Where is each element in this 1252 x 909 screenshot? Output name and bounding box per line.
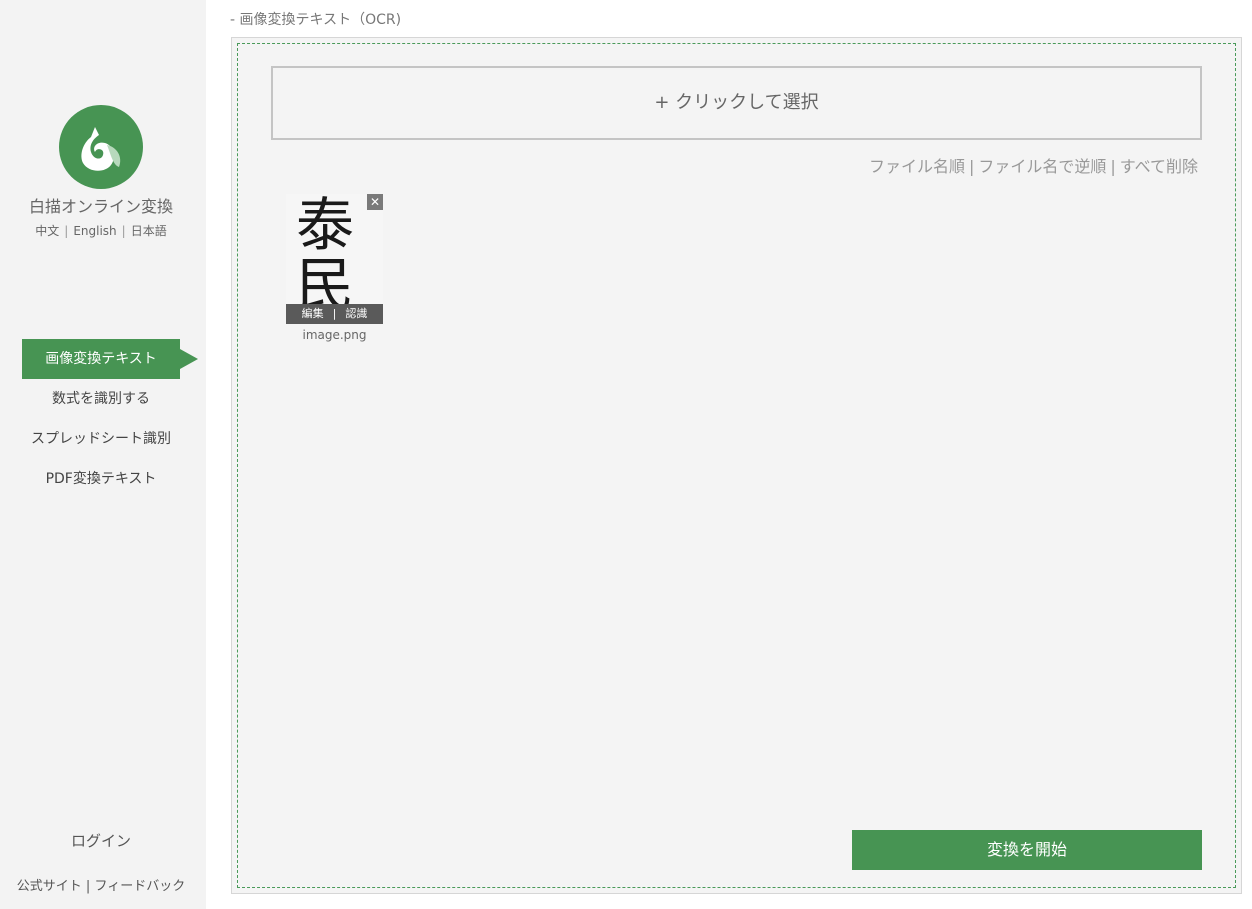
language-switcher: 中文 | English | 日本語: [0, 222, 202, 239]
close-icon[interactable]: ✕: [367, 194, 383, 210]
sort-by-name-link[interactable]: ファイル名順: [869, 157, 965, 176]
nav-item-pdf-to-text[interactable]: PDF変換テキスト: [0, 459, 202, 499]
nav-item-formula-recognition[interactable]: 数式を識別する: [0, 379, 202, 419]
upload-work-area[interactable]: + クリックして選択 ファイル名順 | ファイル名で逆順 | すべて削除 泰 民 ✕ 編…: [231, 37, 1242, 894]
official-site-link[interactable]: 公式サイト: [17, 879, 82, 894]
file-name: image.png: [302, 328, 367, 342]
squirrel-logo-icon: [59, 105, 143, 189]
recognize-button[interactable]: 認識: [345, 307, 367, 320]
language-chinese[interactable]: 中文: [35, 224, 59, 238]
language-separator: |: [121, 224, 126, 238]
sort-bar: ファイル名順 | ファイル名で逆順 | すべて削除: [869, 153, 1198, 177]
start-conversion-button[interactable]: 変換を開始: [852, 830, 1202, 870]
sort-separator: |: [968, 157, 975, 176]
nav-item-spreadsheet-recognition[interactable]: スプレッドシート識別: [0, 419, 202, 459]
page-title: - 画像変換テキスト（OCR): [230, 12, 402, 28]
nav-item-image-to-text[interactable]: 画像変換テキスト: [22, 339, 198, 379]
footer-links: 公式サイト | フィードバック: [0, 875, 202, 894]
sidebar-nav: 画像変換テキスト 数式を識別する スプレッドシート識別 PDF変換テキスト: [0, 339, 206, 499]
delete-all-link[interactable]: すべて削除: [1120, 157, 1198, 176]
footer-separator: |: [81, 879, 95, 894]
file-thumbnail[interactable]: 泰 民 ✕ 編集 | 認識: [286, 194, 383, 324]
language-english[interactable]: English: [73, 224, 116, 238]
sort-separator: |: [1110, 157, 1116, 176]
login-link[interactable]: ログイン: [0, 830, 202, 851]
thumbnail-actions: 編集 | 認識: [286, 304, 383, 324]
action-separator: |: [332, 307, 337, 320]
sort-by-name-reverse-link[interactable]: ファイル名で逆順: [978, 157, 1106, 176]
app-name: 白描オンライン変換: [28, 197, 173, 216]
edit-button[interactable]: 編集: [302, 307, 324, 320]
select-file-button[interactable]: + クリックして選択: [271, 66, 1202, 140]
language-separator: |: [64, 224, 69, 238]
sidebar: 白描オンライン変換 中文 | English | 日本語 画像変換テキスト 数式を識別す…: [0, 0, 206, 909]
feedback-link[interactable]: フィードバック: [94, 879, 185, 894]
language-japanese[interactable]: 日本語: [131, 224, 167, 238]
preview-char: 泰: [296, 194, 355, 259]
